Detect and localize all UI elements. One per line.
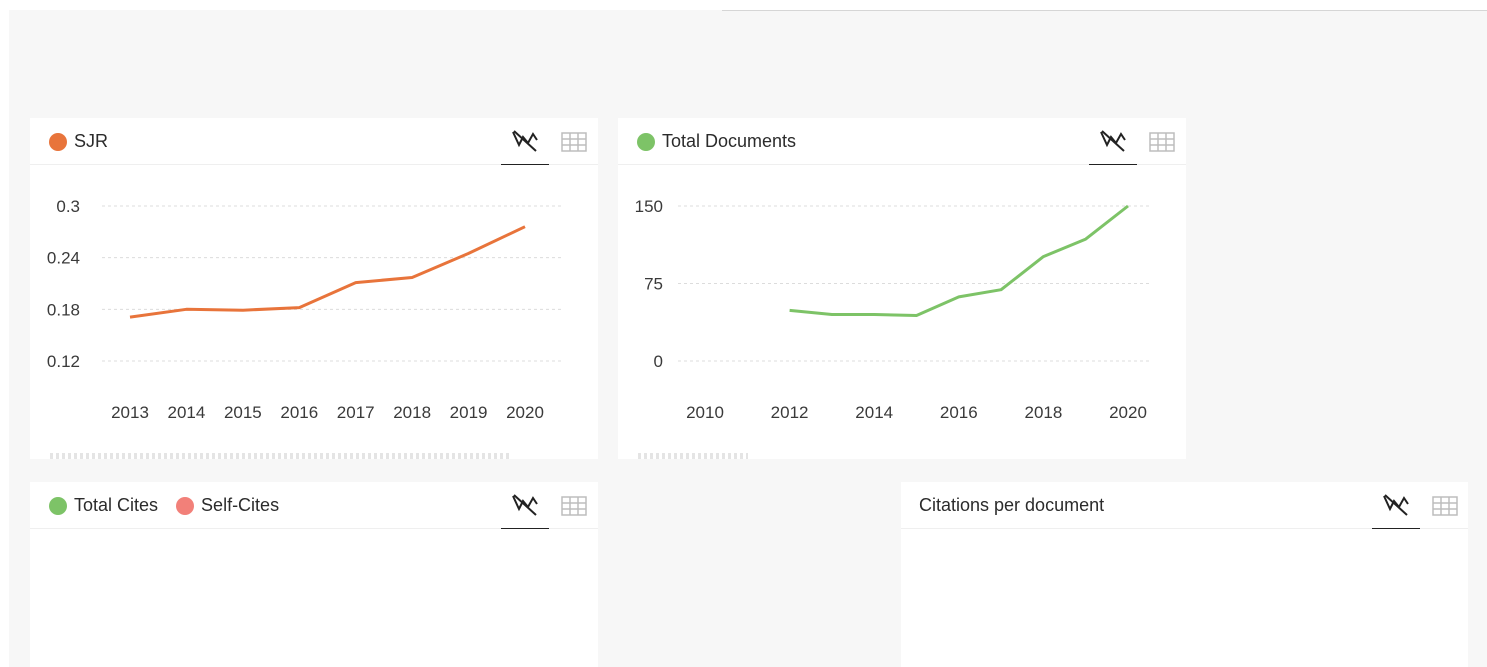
legend: SJR — [49, 118, 126, 165]
x-tick-label: 2018 — [1024, 403, 1062, 422]
card-title: Citations per document — [919, 495, 1105, 515]
table-view-button[interactable] — [550, 482, 598, 529]
chart-view-button[interactable] — [501, 482, 549, 529]
legend-label: Total Documents — [662, 131, 797, 151]
legend-dot — [49, 132, 67, 151]
x-tick-label: 2010 — [686, 403, 724, 422]
y-tick-label: 150 — [635, 197, 663, 216]
series-line — [789, 204, 1129, 317]
y-tick-label: 0 — [654, 352, 663, 371]
x-tick-label: 2016 — [940, 403, 978, 422]
y-tick-label: 0.3 — [56, 197, 80, 216]
legend-item-sjr[interactable]: SJR — [49, 131, 108, 152]
chart-icon — [1383, 494, 1409, 516]
total-documents-card: Total Documents 150 75 0 2010 2012 2014 2016 20… — [618, 118, 1186, 459]
x-tick-label: 2019 — [450, 403, 488, 422]
y-tick-label: 75 — [644, 275, 663, 294]
faint-footnote — [638, 453, 748, 459]
sjr-card: SJR 0.3 0.24 0.18 0.12 2013 2014 2015 2016 2017 2… — [30, 118, 598, 459]
x-tick-label: 2012 — [771, 403, 809, 422]
total-cites-card: Total Cites Self-Cites — [30, 482, 598, 667]
legend-dot — [49, 496, 67, 515]
top-divider — [722, 10, 1487, 11]
y-tick-label: 0.24 — [47, 249, 80, 268]
chart-view-button[interactable] — [1089, 118, 1137, 165]
table-icon — [561, 495, 587, 516]
x-tick-label: 2020 — [1109, 403, 1147, 422]
legend-dot — [176, 496, 195, 515]
card-header: Total Documents — [618, 118, 1186, 165]
table-icon — [1149, 131, 1175, 152]
sjr-line-chart: 0.3 0.24 0.18 0.12 2013 2014 2015 2016 2017 2018 2… — [47, 197, 563, 422]
series-line — [129, 225, 526, 319]
faint-footnote — [50, 453, 510, 459]
legend-label: SJR — [74, 131, 109, 151]
chart-view-button[interactable] — [1372, 482, 1420, 529]
total-documents-line-chart: 150 75 0 2010 2012 2014 2016 2018 2020 — [635, 197, 1151, 422]
citations-per-document-card: Citations per document — [901, 482, 1468, 667]
x-tick-label: 2020 — [506, 403, 544, 422]
card-header: Total Cites Self-Cites — [30, 482, 598, 529]
table-view-button[interactable] — [1138, 118, 1186, 165]
legend: Total Cites Self-Cites — [49, 482, 297, 529]
table-view-button[interactable] — [550, 118, 598, 165]
table-view-button[interactable] — [1421, 482, 1468, 529]
card-header: Citations per document — [901, 482, 1468, 529]
table-icon — [1432, 495, 1458, 516]
x-tick-label: 2015 — [224, 403, 262, 422]
chart-icon — [512, 130, 538, 152]
y-tick-label: 0.12 — [47, 352, 80, 371]
x-tick-label: 2014 — [855, 403, 893, 422]
x-tick-label: 2018 — [393, 403, 431, 422]
x-tick-label: 2017 — [337, 403, 375, 422]
x-tick-label: 2014 — [168, 403, 206, 422]
x-tick-label: 2013 — [111, 403, 149, 422]
chart-icon — [512, 494, 538, 516]
legend-dot — [637, 132, 655, 151]
legend: Total Documents — [637, 118, 814, 165]
legend-item-total-cites[interactable]: Total Cites — [49, 495, 158, 516]
x-tick-label: 2016 — [280, 403, 318, 422]
legend-item-total-documents[interactable]: Total Documents — [637, 131, 796, 152]
table-icon — [561, 131, 587, 152]
legend-label: Total Cites — [74, 495, 159, 515]
y-tick-label: 0.18 — [47, 300, 80, 319]
chart-view-button[interactable] — [501, 118, 549, 165]
card-header: SJR — [30, 118, 598, 165]
legend-item-self-cites[interactable]: Self-Cites — [176, 495, 279, 516]
legend-label: Self-Cites — [201, 495, 280, 515]
chart-icon — [1100, 130, 1126, 152]
